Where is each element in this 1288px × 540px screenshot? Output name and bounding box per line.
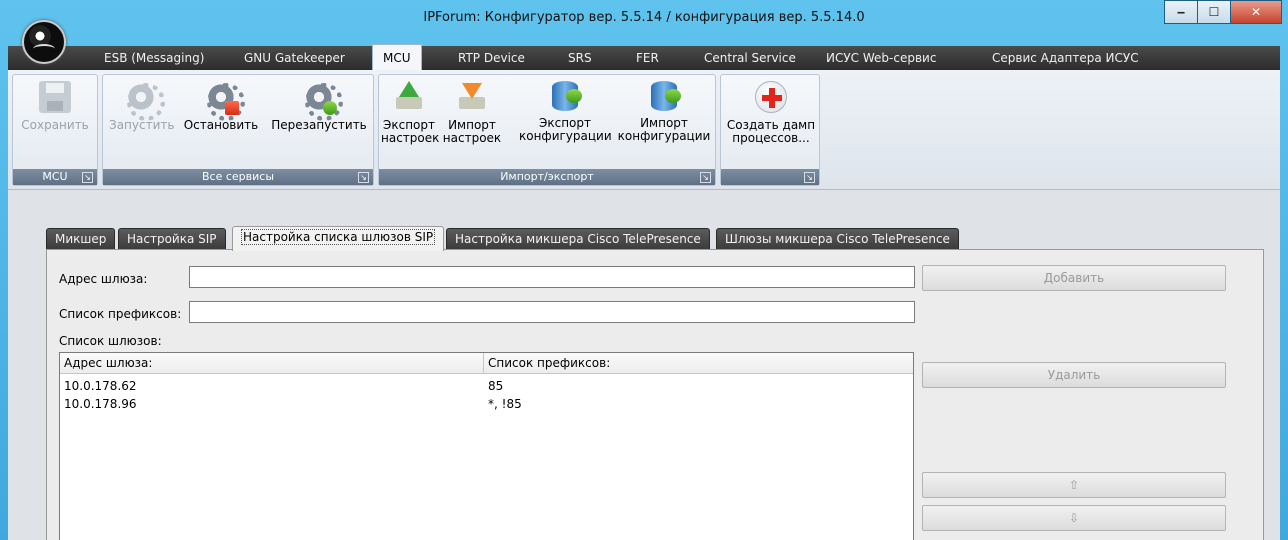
gateways-list-header: Адрес шлюза: Список префиксов: [60,353,913,374]
ribbon-tab-rtp-device[interactable]: RTP Device [448,46,535,70]
import-settings-label-2: настроек [442,131,502,145]
restart-button[interactable]: Перезапустить [269,79,369,132]
import-settings-button[interactable]: Импорт настроек [441,79,503,145]
window-controls: ‒ ☐ ✕ [1164,0,1282,24]
ribbon-group-all-services: Запустить Остановить Перезапустить Все с… [102,74,374,186]
table-row[interactable]: 10.0.178.96 *, !85 [60,395,913,413]
prefixes-input[interactable] [189,301,915,323]
ribbon-group-mcu: Сохранить MCU ↘ [12,74,98,186]
ribbon-tab-esb[interactable]: ESB (Messaging) [94,46,214,70]
close-button[interactable]: ✕ [1230,0,1282,24]
group-launcher-icon[interactable]: ↘ [700,172,711,183]
stop-button[interactable]: Остановить [179,79,263,132]
ribbon-panel: Сохранить MCU ↘ Запустить Остановить Пер… [8,70,1280,190]
export-config-label-2: конфигурации [519,129,612,143]
export-settings-label-2: настроек [381,131,440,145]
gear-start-icon [125,81,165,121]
ribbon-tab-central-service[interactable]: Central Service [694,46,806,70]
create-dump-label-2: процессов... [732,131,810,145]
table-row[interactable]: 10.0.178.62 85 [60,377,913,395]
maximize-button[interactable]: ☐ [1197,0,1231,24]
export-config-icon [552,81,582,111]
cell-prefixes: 85 [488,379,504,393]
ribbon-group-dump: Создать дамп процессов... ↘ [720,74,820,186]
ribbon-tab-mcu[interactable]: MCU [372,44,422,70]
create-dump-button[interactable]: Создать дамп процессов... [725,79,817,145]
save-button-label: Сохранить [21,118,89,132]
gateway-address-label: Адрес шлюза: [59,272,148,286]
cell-gateway-address: 10.0.178.62 [64,379,137,393]
gear-stop-icon [205,81,245,121]
dump-icon [755,81,787,113]
ribbon-tab-srs[interactable]: SRS [558,46,602,70]
column-gateway-address[interactable]: Адрес шлюза: [60,353,484,374]
prefixes-label: Список префиксов: [59,307,182,321]
import-settings-icon [456,81,488,113]
tab-mixer[interactable]: Микшер [46,228,116,250]
start-button[interactable]: Запустить [109,79,175,132]
minimize-button[interactable]: ‒ [1164,0,1198,24]
gateway-address-input[interactable] [189,266,915,288]
tab-cisco-mixer-settings[interactable]: Настройка микшера Cisco TelePresence [446,228,710,250]
ribbon-tab-bar: ESB (Messaging) GNU Gatekeeper MCU RTP D… [8,44,1280,70]
add-button[interactable]: Добавить [922,265,1226,291]
ribbon-tab-isus-adapter[interactable]: Сервис Адаптера ИСУС [982,46,1149,70]
group-launcher-icon[interactable]: ↘ [804,172,815,183]
sip-gateways-panel: Адрес шлюза: Список префиксов: Список шл… [46,249,1264,540]
tab-cisco-mixer-gateways[interactable]: Шлюзы микшера Cisco TelePresence [716,228,959,250]
app-logo-icon[interactable] [22,20,66,64]
group-launcher-icon[interactable]: ↘ [358,172,369,183]
ribbon-group-label: Импорт/экспорт [379,169,715,185]
window-title: IPForum: Конфигуратор вер. 5.5.14 / конф… [423,10,865,25]
gateways-list[interactable]: Адрес шлюза: Список префиксов: 10.0.178.… [59,352,914,540]
import-config-label-2: конфигурации [617,129,711,143]
ribbon-tab-gnu-gatekeeper[interactable]: GNU Gatekeeper [234,46,355,70]
save-icon [39,81,71,113]
column-prefixes[interactable]: Список префиксов: [484,353,912,374]
tab-sip-gateways-label: Настройка списка шлюзов SIP [241,229,436,245]
arrow-down-icon: ⇩ [1068,511,1080,525]
import-config-button[interactable]: Импорт конфигурации [617,79,711,143]
gateways-list-label: Список шлюзов: [59,334,162,348]
ribbon-group-label: Все сервисы [103,169,373,185]
export-config-button[interactable]: Экспорт конфигурации [519,79,612,143]
tab-sip-gateways[interactable]: Настройка списка шлюзов SIP [232,226,445,251]
title-bar: IPForum: Конфигуратор вер. 5.5.14 / конф… [0,0,1288,38]
ribbon-group-import-export: Экспорт настроек Импорт настроек Экспорт… [378,74,716,186]
cell-prefixes: *, !85 [488,397,522,411]
move-up-button[interactable]: ⇧ [922,472,1226,498]
arrow-up-icon: ⇧ [1068,478,1080,492]
delete-button[interactable]: Удалить [922,362,1226,388]
stop-button-label: Остановить [183,118,259,132]
gear-restart-icon [303,81,343,121]
ribbon-tab-fer[interactable]: FER [626,46,669,70]
start-button-label: Запустить [109,118,175,132]
export-settings-icon [393,81,425,113]
tab-sip-settings[interactable]: Настройка SIP [118,228,226,250]
move-down-button[interactable]: ⇩ [922,505,1226,531]
import-config-icon [651,81,681,111]
ribbon-tab-isus-web[interactable]: ИСУС Web-сервис [816,46,946,70]
restart-button-label: Перезапустить [271,118,367,132]
application-window: IPForum: Конфигуратор вер. 5.5.14 / конф… [0,0,1288,540]
cell-gateway-address: 10.0.178.96 [64,397,137,411]
save-button[interactable]: Сохранить [15,79,95,132]
content-area: Микшер Настройка SIP Настройка списка шл… [8,190,1280,540]
group-launcher-icon[interactable]: ↘ [82,172,93,183]
export-settings-button[interactable]: Экспорт настроек [381,79,440,145]
